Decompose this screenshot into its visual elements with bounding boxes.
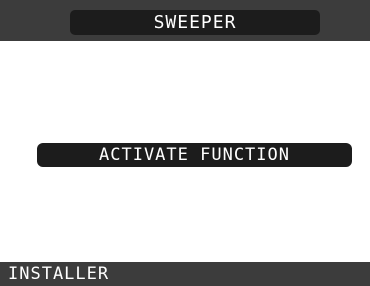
activate-function-button[interactable]: ACTIVATE FUNCTION [37,143,352,167]
footer-bar: INSTALLER [0,262,370,286]
header-bar: SWEEPER [0,0,370,41]
device-screen: SWEEPER ACTIVATE FUNCTION INSTALLER [0,0,370,286]
screen-title: SWEEPER [70,10,320,35]
user-mode-label: INSTALLER [8,264,110,284]
